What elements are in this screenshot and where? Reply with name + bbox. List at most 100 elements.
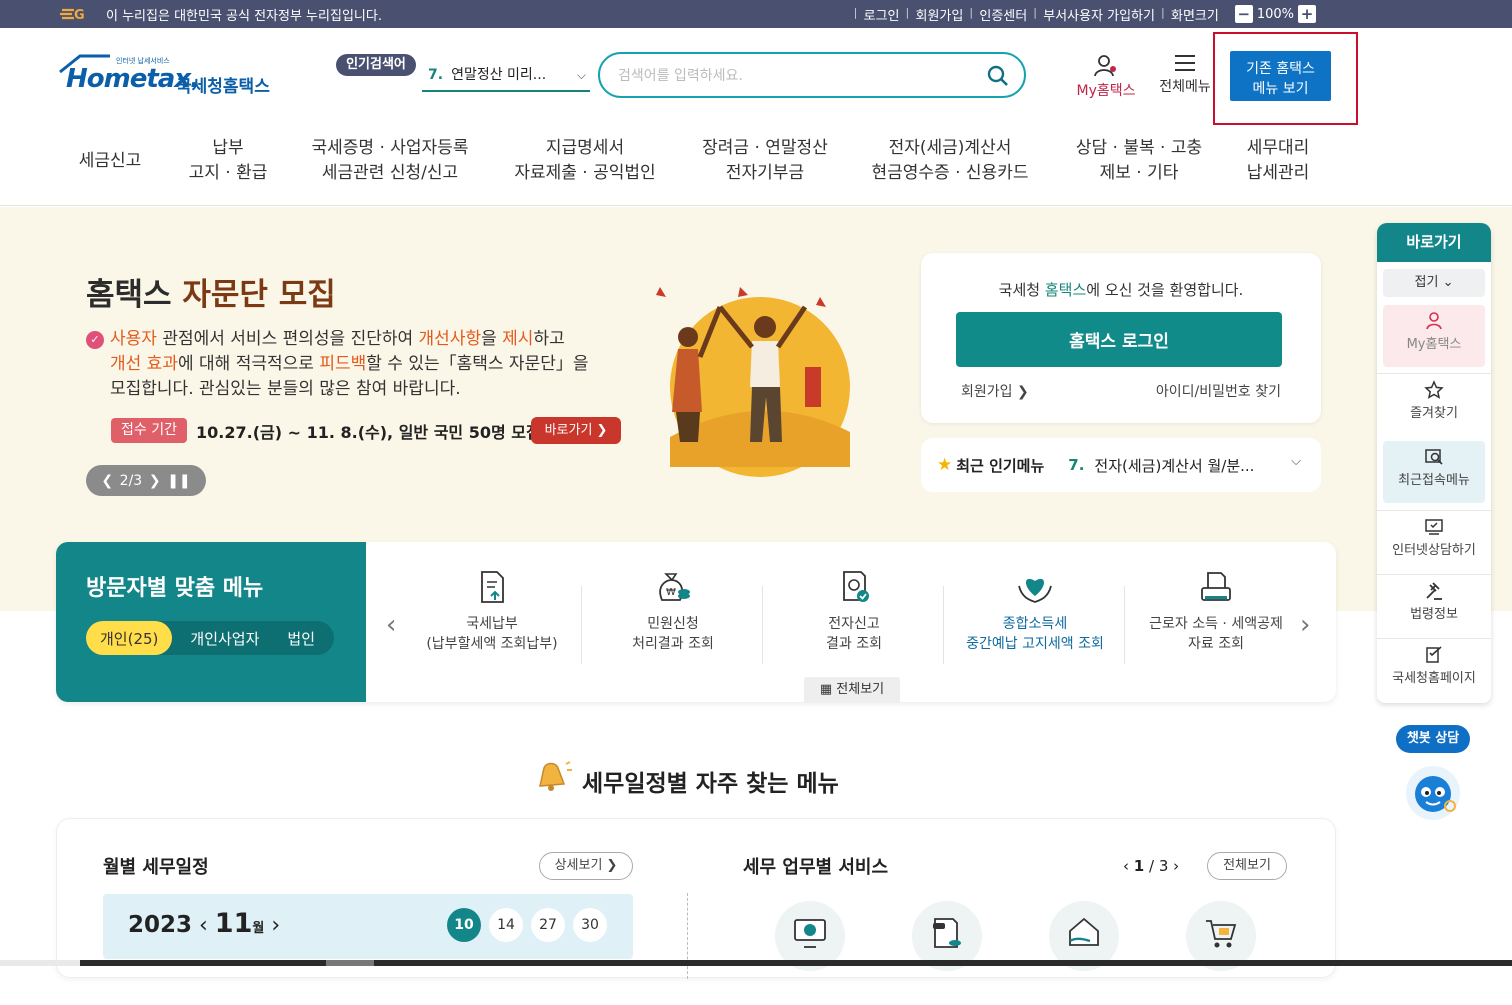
department-user-join-link[interactable]: 부서사용자 가입하기 (1033, 5, 1163, 24)
zoom-in-button[interactable]: + (1298, 5, 1316, 23)
join-link[interactable]: 회원가입 ❯ (961, 381, 1029, 401)
prev-month-button[interactable]: ‹ (199, 913, 215, 938)
calendar-month: ‹ 11월 › (199, 908, 281, 939)
hometax-login-button[interactable]: 홈택스 로그인 (956, 312, 1282, 367)
monthly-schedule-title: 월별 세무일정 (103, 857, 209, 878)
quick-menu: 바로가기 접기 ⌄ My홈택스 즐겨찾기 최근접속메뉴 인터넷상담하기 법령정보… (1377, 223, 1491, 703)
my-hometax-label: My홈택스 (1076, 83, 1136, 99)
scrollbar-thumb[interactable] (326, 960, 374, 966)
svg-text:₩: ₩ (666, 587, 676, 598)
visitor-item-interim-prepayment[interactable]: 종합소득세 중간예납 고지세액 조회 (945, 570, 1125, 680)
quick-menu-fold-button[interactable]: 접기 ⌄ (1383, 269, 1485, 297)
banner-go-button[interactable]: 바로가기 ❯ (531, 417, 621, 444)
certificate-center-link[interactable]: 인증센터 (969, 5, 1035, 24)
search-icon[interactable] (986, 64, 1010, 88)
old-view-line2: 메뉴 보기 (1252, 80, 1309, 97)
day-chip[interactable]: 30 (573, 908, 607, 942)
star-icon: ★ (937, 455, 953, 475)
my-hometax-button[interactable]: My홈택스 (1070, 54, 1142, 102)
hamburger-icon (1175, 55, 1195, 71)
divider (581, 586, 582, 664)
tab-corporation[interactable]: 법인 (273, 621, 329, 655)
quick-nts-homepage[interactable]: 국세청홈페이지 (1377, 638, 1491, 702)
visitor-view-all-button[interactable]: ▦ 전체보기 (804, 677, 900, 703)
document-check-icon (843, 571, 869, 602)
quick-internet-consult[interactable]: 인터넷상담하기 (1377, 510, 1491, 574)
divider (687, 893, 688, 979)
next-month-button[interactable]: › (264, 913, 280, 938)
chatbot-button[interactable]: 챗봇 상담 (1396, 725, 1470, 753)
prev-slide-button[interactable]: ❮ (101, 473, 113, 489)
service-by-task-title: 세무 업무별 서비스 (743, 857, 889, 878)
heart-hands-icon (1018, 578, 1052, 603)
service-prev-button[interactable]: ‹ (1123, 857, 1134, 875)
tab-individual[interactable]: 개인(25) (86, 621, 173, 655)
gnb-certificate[interactable]: 국세증명 · 사업자등록 세금관련 신청/신고 (300, 136, 480, 186)
divider (762, 586, 763, 664)
schedule-detail-button[interactable]: 상세보기 ❯ (539, 852, 633, 880)
quick-my-hometax[interactable]: My홈택스 (1383, 305, 1485, 367)
gnb-payment-statement[interactable]: 지급명세서 자료제출 · 공익법인 (500, 136, 670, 186)
zoom-level: 100% (1256, 6, 1294, 22)
period-text: 10.27.(금) ~ 11. 8.(수), 일반 국민 50명 모집 (196, 423, 541, 442)
user-icon (1426, 312, 1442, 330)
gnb-e-invoice[interactable]: 전자(세금)계산서 현금영수증 · 신용카드 (860, 136, 1040, 186)
day-chip[interactable]: 27 (531, 908, 565, 942)
scrollbar-track-left (0, 960, 80, 966)
document-upload-icon (481, 571, 504, 603)
salary-document-icon (933, 918, 961, 948)
period-badge: 접수 기간 (111, 418, 187, 443)
star-outline-icon (1424, 380, 1444, 399)
visitor-item-national-tax-payment[interactable]: 국세납부 (납부할세액 조회납부) (402, 570, 582, 680)
find-id-password-link[interactable]: 아이디/비밀번호 찾기 (1156, 381, 1281, 401)
monitor-icon (1425, 519, 1443, 535)
visitor-item-worker-income[interactable]: 근로자 소득 · 세액공제 자료 조회 (1126, 570, 1306, 680)
site-header: 인터넷 납세서비스 Hometax. 국세청홈택스 인기검색어 7. 연말정산 미… (0, 28, 1512, 206)
logo-korean: 국세청홈택스 (176, 77, 270, 97)
gnb-payment[interactable]: 납부 고지 · 환급 (176, 136, 280, 186)
visitor-menu-header: 방문자별 맞춤 메뉴 개인(25) 개인사업자 법인 (56, 542, 366, 702)
old-hometax-menu-button[interactable]: 기존 홈택스메뉴 보기 (1230, 51, 1331, 101)
gavel-icon (1426, 582, 1442, 600)
user-icon (1094, 55, 1116, 77)
gnb-incentive[interactable]: 장려금 · 연말정산 전자기부금 (690, 136, 840, 186)
day-chip[interactable]: 10 (447, 908, 481, 942)
day-chip[interactable]: 14 (489, 908, 523, 942)
bell-icon (539, 761, 572, 791)
visitor-menu-title: 방문자별 맞춤 메뉴 (86, 576, 264, 601)
gnb-tax-filing[interactable]: 세금신고 (70, 136, 150, 186)
login-link[interactable]: 로그인 (854, 5, 908, 24)
search-input[interactable] (618, 64, 978, 88)
service-view-all-button[interactable]: 전체보기 (1207, 852, 1287, 880)
quick-favorites[interactable]: 즐겨찾기 (1377, 373, 1491, 437)
schedule-panel: 월별 세무일정 상세보기 ❯ 2023 ‹ 11월 › 10 14 27 30 … (56, 818, 1336, 979)
gnb-consult[interactable]: 상담 · 불복 · 고충 제보 · 기타 (1064, 136, 1214, 186)
popular-term: 연말정산 미리... (451, 67, 547, 83)
chevron-down-icon: ⌵ (576, 68, 586, 82)
join-link[interactable]: 회원가입 (906, 5, 972, 24)
popular-search-select[interactable]: 7. 연말정산 미리... ⌵ (422, 60, 590, 92)
tab-self-employed[interactable]: 개인사업자 (176, 621, 273, 655)
hometax-logo[interactable]: 인터넷 납세서비스 Hometax. 국세청홈택스 (58, 52, 278, 102)
next-slide-button[interactable]: ❯ (149, 473, 161, 489)
visitor-next-arrow[interactable]: › (1300, 610, 1310, 640)
quick-law-info[interactable]: 법령정보 (1377, 574, 1491, 638)
gnb-tax-agent[interactable]: 세무대리 납세관리 (1232, 136, 1324, 186)
calendar-year: 2023 (128, 912, 193, 938)
horizontal-scrollbar[interactable] (0, 960, 1512, 966)
chatbot-mascot-icon[interactable] (1404, 764, 1462, 822)
screen-size-label: 화면크기 (1161, 5, 1227, 24)
login-panel: 국세청 홈택스에 오신 것을 환영합니다. 홈택스 로그인 회원가입 ❯ 아이디… (921, 253, 1321, 423)
visitor-item-civil-request[interactable]: ₩ 민원신청 처리결과 조회 (583, 570, 763, 680)
zoom-out-button[interactable]: − (1234, 5, 1253, 23)
all-menu-button[interactable]: 전체메뉴 (1154, 54, 1216, 102)
visitor-prev-arrow[interactable]: ‹ (386, 610, 396, 640)
quick-recent-menu[interactable]: 최근접속메뉴 (1383, 441, 1485, 503)
visitor-item-e-filing-result[interactable]: 전자신고 결과 조회 (764, 570, 944, 680)
pause-button[interactable]: ❚❚ (167, 473, 190, 489)
banner-title: 홈택스 자문단 모집 (86, 277, 336, 313)
old-view-line1: 기존 홈택스 (1246, 60, 1315, 77)
service-next-button[interactable]: › (1173, 857, 1179, 875)
recent-popular-menu[interactable]: ★ 최근 인기메뉴 7. 전자(세금)계산서 월/분... ⌵ (921, 438, 1321, 492)
popular-rank: 7. (428, 67, 444, 83)
